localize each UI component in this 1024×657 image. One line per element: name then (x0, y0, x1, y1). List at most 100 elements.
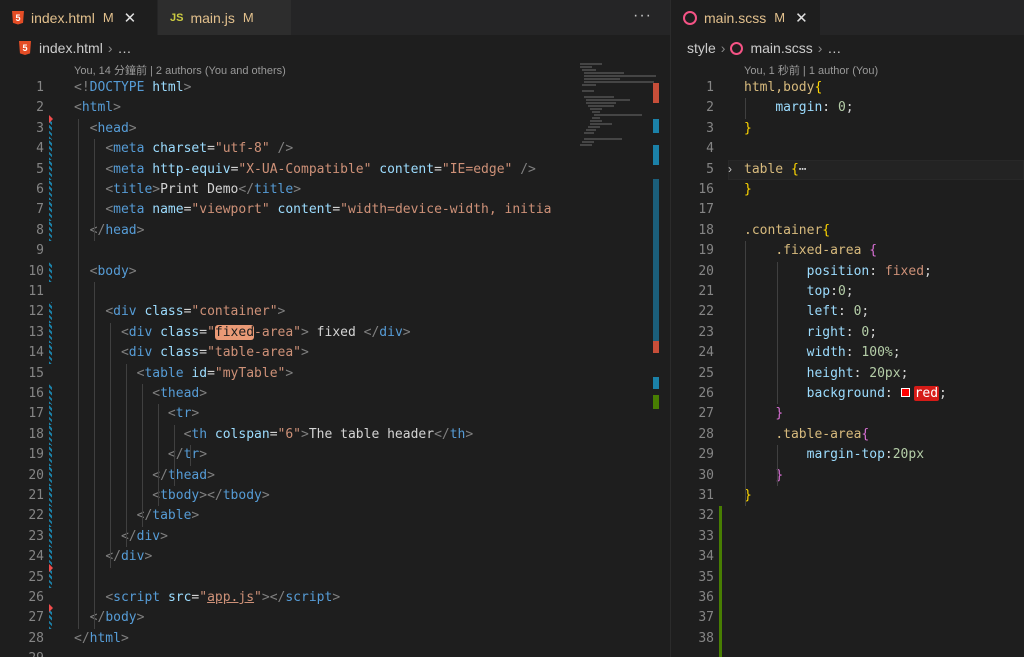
code-text[interactable]: margin-top:20px (744, 445, 924, 465)
code-text[interactable]: <title>Print Demo</title> (74, 180, 301, 200)
tab-index-html[interactable]: 5 index.html M ✕ (0, 0, 158, 35)
code-line[interactable]: 11 (0, 282, 670, 302)
code-line[interactable]: 22 left: 0; (671, 302, 1024, 322)
code-line[interactable]: 33 (671, 527, 1024, 547)
code-line[interactable]: 14 <div class="table-area"> (0, 343, 670, 363)
tab-main-scss[interactable]: main.scss M ✕ (671, 0, 821, 35)
code-text[interactable]: <script src="app.js"></script> (74, 588, 340, 608)
code-line[interactable]: 29 margin-top:20px (671, 445, 1024, 465)
code-line[interactable]: 16} (671, 180, 1024, 200)
code-line[interactable]: 3 <head> (0, 119, 670, 139)
code-text[interactable]: </table> (74, 506, 200, 526)
code-text[interactable]: margin: 0; (744, 98, 853, 118)
code-text[interactable]: html,body{ (744, 78, 822, 98)
code-line[interactable]: 34 (671, 547, 1024, 567)
code-line[interactable]: 25 (0, 568, 670, 588)
code-line[interactable]: 17 <tr> (0, 404, 670, 424)
breadcrumb-folder[interactable]: style (687, 40, 716, 56)
code-line[interactable]: 20 position: fixed; (671, 262, 1024, 282)
code-line[interactable]: 19 .fixed-area { (671, 241, 1024, 261)
code-text[interactable]: } (744, 404, 783, 424)
code-text[interactable]: .table-area{ (744, 425, 869, 445)
code-line[interactable]: 8 </head> (0, 221, 670, 241)
code-text[interactable]: left: 0; (744, 302, 870, 322)
code-text[interactable]: width: 100%; (744, 343, 901, 363)
code-line[interactable]: 27 } (671, 404, 1024, 424)
code-line[interactable]: 16 <thead> (0, 384, 670, 404)
code-text[interactable]: table {⋯ (744, 160, 807, 180)
code-line[interactable]: 31} (671, 486, 1024, 506)
code-text[interactable]: <div class="container"> (74, 302, 285, 322)
code-line[interactable]: 30 } (671, 466, 1024, 486)
code-text[interactable]: <th colspan="6">The table header</th> (74, 425, 474, 445)
code-line[interactable]: 4 <meta charset="utf-8" /> (0, 139, 670, 159)
codelens-blame[interactable]: You, 1 秒前 | 1 author (You) (744, 62, 878, 78)
code-text[interactable]: </html> (74, 629, 129, 649)
code-line[interactable]: 21 top:0; (671, 282, 1024, 302)
code-text[interactable]: <div class="fixed-area"> fixed </div> (74, 323, 411, 343)
code-text[interactable]: right: 0; (744, 323, 877, 343)
code-line[interactable]: 35 (671, 568, 1024, 588)
code-text[interactable]: <meta charset="utf-8" /> (74, 139, 293, 159)
fold-chevron-icon[interactable]: › (728, 162, 732, 176)
code-line[interactable]: 27 </body> (0, 608, 670, 628)
breadcrumb-file[interactable]: main.scss (750, 40, 812, 56)
code-line[interactable]: 1 <!DOCTYPE html> (0, 78, 670, 98)
minimap[interactable] (574, 61, 658, 657)
code-text[interactable]: .container{ (744, 221, 830, 241)
code-text[interactable]: top:0; (744, 282, 854, 302)
code-line[interactable]: 32 (671, 506, 1024, 526)
code-text[interactable]: .fixed-area { (744, 241, 877, 261)
code-line[interactable]: 18 <th colspan="6">The table header</th> (0, 425, 670, 445)
code-line[interactable]: 23 right: 0; (671, 323, 1024, 343)
code-line[interactable]: 22 </table> (0, 506, 670, 526)
code-text[interactable]: } (744, 180, 752, 200)
code-text[interactable]: </thead> (74, 466, 215, 486)
code-line[interactable]: 21 <tbody></tbody> (0, 486, 670, 506)
code-line[interactable]: 6 <title>Print Demo</title> (0, 180, 670, 200)
code-line[interactable]: 24 </div> (0, 547, 670, 567)
code-text[interactable]: </div> (74, 547, 152, 567)
code-line[interactable]: 9 (0, 241, 670, 261)
code-line[interactable]: 1 html,body{ (671, 78, 1024, 98)
scrollbar[interactable] (653, 61, 661, 657)
code-line[interactable]: 12 <div class="container"> (0, 302, 670, 322)
code-line[interactable]: 15 <table id="myTable"> (0, 364, 670, 384)
code-text[interactable]: background: red; (744, 384, 947, 404)
breadcrumb-more[interactable]: … (827, 40, 841, 56)
color-swatch-icon[interactable] (900, 388, 910, 397)
code-text[interactable]: position: fixed; (744, 262, 932, 282)
code-text[interactable]: <head> (74, 119, 137, 139)
codelens-blame[interactable]: You, 14 分鐘前 | 2 authors (You and others) (74, 62, 286, 78)
code-line[interactable]: 13 <div class="fixed-area"> fixed </div> (0, 323, 670, 343)
code-line[interactable]: 19 </tr> (0, 445, 670, 465)
code-line[interactable]: 28 .table-area{ (671, 425, 1024, 445)
code-line[interactable]: 17 (671, 200, 1024, 220)
code-line[interactable]: 24 width: 100%; (671, 343, 1024, 363)
code-line[interactable]: 5 table {⋯ (671, 160, 1024, 180)
breadcrumb-file[interactable]: index.html (39, 40, 103, 56)
code-line[interactable]: 28 </html> (0, 629, 670, 649)
code-line[interactable]: 37 (671, 608, 1024, 628)
code-text[interactable]: <!DOCTYPE html> (74, 78, 191, 98)
code-text[interactable]: <html> (74, 98, 121, 118)
code-text[interactable]: </head> (74, 221, 145, 241)
code-line[interactable]: 10 <body> (0, 262, 670, 282)
code-line[interactable]: 25 height: 20px; (671, 364, 1024, 384)
code-line[interactable]: 18 .container{ (671, 221, 1024, 241)
code-text[interactable]: <body> (74, 262, 137, 282)
close-icon[interactable]: ✕ (795, 9, 808, 27)
code-line[interactable]: 3} (671, 119, 1024, 139)
code-text[interactable]: height: 20px; (744, 364, 909, 384)
code-text[interactable]: <meta http-equiv="X-UA-Compatible" conte… (74, 160, 536, 180)
code-line[interactable]: 7 <meta name="viewport" content="width=d… (0, 200, 670, 220)
code-line[interactable]: 4 (671, 139, 1024, 159)
code-line[interactable]: 26 background: red; (671, 384, 1024, 404)
code-text[interactable]: <meta name="viewport" content="width=dev… (74, 200, 551, 220)
code-text[interactable]: </div> (74, 527, 168, 547)
more-actions-button[interactable]: ··· (633, 7, 652, 25)
code-line[interactable]: 20 </thead> (0, 466, 670, 486)
code-text[interactable]: <table id="myTable"> (74, 364, 294, 384)
close-icon[interactable]: ✕ (124, 9, 137, 27)
code-line[interactable]: 38 (671, 629, 1024, 649)
